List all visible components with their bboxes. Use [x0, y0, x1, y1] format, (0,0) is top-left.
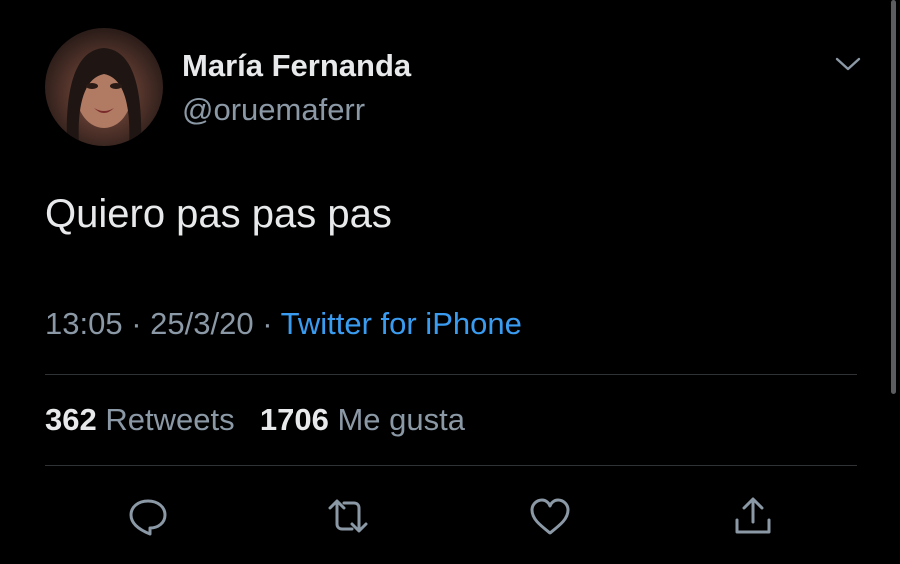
divider [45, 465, 857, 466]
tweet-meta: 13:05 · 25/3/20 · Twitter for iPhone [45, 306, 522, 342]
chevron-down-icon[interactable] [834, 54, 862, 74]
retweets-label[interactable]: Retweets [105, 402, 234, 437]
likes-count[interactable]: 1706 [260, 402, 329, 437]
meta-separator: · [262, 306, 273, 341]
share-icon [735, 497, 771, 534]
tweet-text: Quiero pas pas pas [45, 192, 392, 236]
scrollbar[interactable] [891, 0, 896, 394]
heart-icon [530, 498, 570, 535]
avatar-photo [66, 48, 142, 146]
retweet-icon [328, 499, 368, 533]
tweet-stats: 362 Retweets 1706 Me gusta [45, 402, 465, 438]
divider [45, 374, 857, 375]
share-button[interactable] [731, 494, 775, 538]
tweet-time: 13:05 [45, 306, 123, 341]
tweet-source-link[interactable]: Twitter for iPhone [281, 306, 522, 341]
meta-separator: · [131, 306, 142, 341]
likes-label[interactable]: Me gusta [337, 402, 465, 437]
tweet-date: 25/3/20 [150, 306, 254, 341]
like-button[interactable] [528, 494, 572, 538]
avatar[interactable] [45, 28, 163, 146]
reply-icon [129, 499, 167, 536]
handle[interactable]: @oruemaferr [182, 92, 365, 128]
display-name[interactable]: María Fernanda [182, 48, 411, 84]
retweets-count[interactable]: 362 [45, 402, 97, 437]
reply-button[interactable] [126, 494, 170, 538]
retweet-button[interactable] [326, 494, 370, 538]
